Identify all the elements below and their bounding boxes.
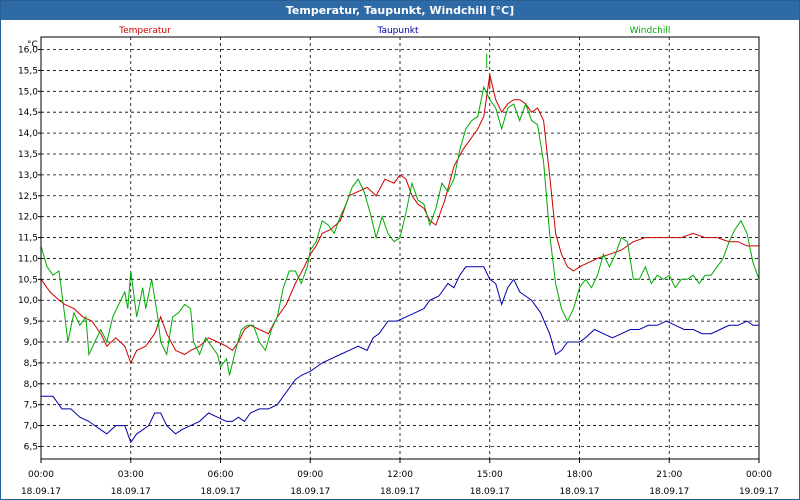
legend-windchill: Windchill <box>630 26 671 36</box>
y-axis-ticks: 6,5 7,0 7,5 8,0 8,5 9,0 9,5 10,0 10,5 11,0 11,5 12,… <box>18 46 41 452</box>
y-tick-label: 7,5 <box>24 401 38 411</box>
y-tick-label: 8,0 <box>24 380 39 390</box>
x-tick-date: 18.09.17 <box>559 487 599 497</box>
y-tick-label: 10,5 <box>18 275 38 285</box>
x-tick-date: 18.09.17 <box>200 487 240 497</box>
x-tick-date: 19.09.17 <box>739 487 779 497</box>
x-tick-date: 18.09.17 <box>470 487 510 497</box>
x-tick-time: 21:00 <box>656 470 682 480</box>
x-tick-date: 18.09.17 <box>111 487 151 497</box>
x-axis-ticks: 00:00 18.09.17 03:00 18.09.17 06:00 18.09.17 0… <box>21 459 779 497</box>
y-tick-label: 11,5 <box>18 234 38 244</box>
x-tick-date: 18.09.17 <box>649 487 689 497</box>
line-chart: 6,5 7,0 7,5 8,0 8,5 9,0 9,5 10,0 10,5 11,0 11,5 12,… <box>18 26 779 497</box>
y-tick-label: 9,0 <box>24 338 39 348</box>
y-tick-label: 8,5 <box>24 359 38 369</box>
y-tick-label: 15,5 <box>18 66 38 76</box>
legend-taupunkt: Taupunkt <box>376 26 419 36</box>
x-tick-time: 00:00 <box>746 470 772 480</box>
x-tick-date: 18.09.17 <box>290 487 330 497</box>
y-tick-label: 13,0 <box>18 171 38 181</box>
x-tick-time: 03:00 <box>118 470 144 480</box>
x-tick-time: 15:00 <box>477 470 503 480</box>
x-tick-date: 18.09.17 <box>21 487 61 497</box>
x-tick-time: 06:00 <box>208 470 234 480</box>
x-tick-time: 09:00 <box>297 470 323 480</box>
y-tick-label: 14,5 <box>18 108 38 118</box>
y-tick-label: 10,0 <box>18 296 38 306</box>
x-tick-time: 12:00 <box>387 470 413 480</box>
y-tick-label: 7,0 <box>24 422 39 432</box>
x-tick-date: 18.09.17 <box>380 487 420 497</box>
x-tick-time: 18:00 <box>567 470 593 480</box>
legend: Temperatur Taupunkt Windchill <box>118 26 670 36</box>
y-tick-label: 14,0 <box>18 129 38 139</box>
y-tick-label: 9,5 <box>24 317 38 327</box>
y-tick-label: 11,0 <box>18 254 38 264</box>
grid <box>41 37 759 459</box>
y-tick-label: 12,5 <box>18 192 38 202</box>
y-tick-label: 13,5 <box>18 150 38 160</box>
y-tick-label: 12,0 <box>18 213 38 223</box>
y-axis-unit: °C <box>27 40 38 50</box>
window-title: Temperatur, Taupunkt, Windchill [°C] <box>1 1 799 20</box>
legend-temperatur: Temperatur <box>118 26 171 36</box>
x-tick-time: 00:00 <box>28 470 54 480</box>
y-tick-label: 6,5 <box>24 442 38 452</box>
chart-window: Temperatur, Taupunkt, Windchill [°C] 6,5… <box>0 0 800 500</box>
y-tick-label: 15,0 <box>18 87 38 97</box>
